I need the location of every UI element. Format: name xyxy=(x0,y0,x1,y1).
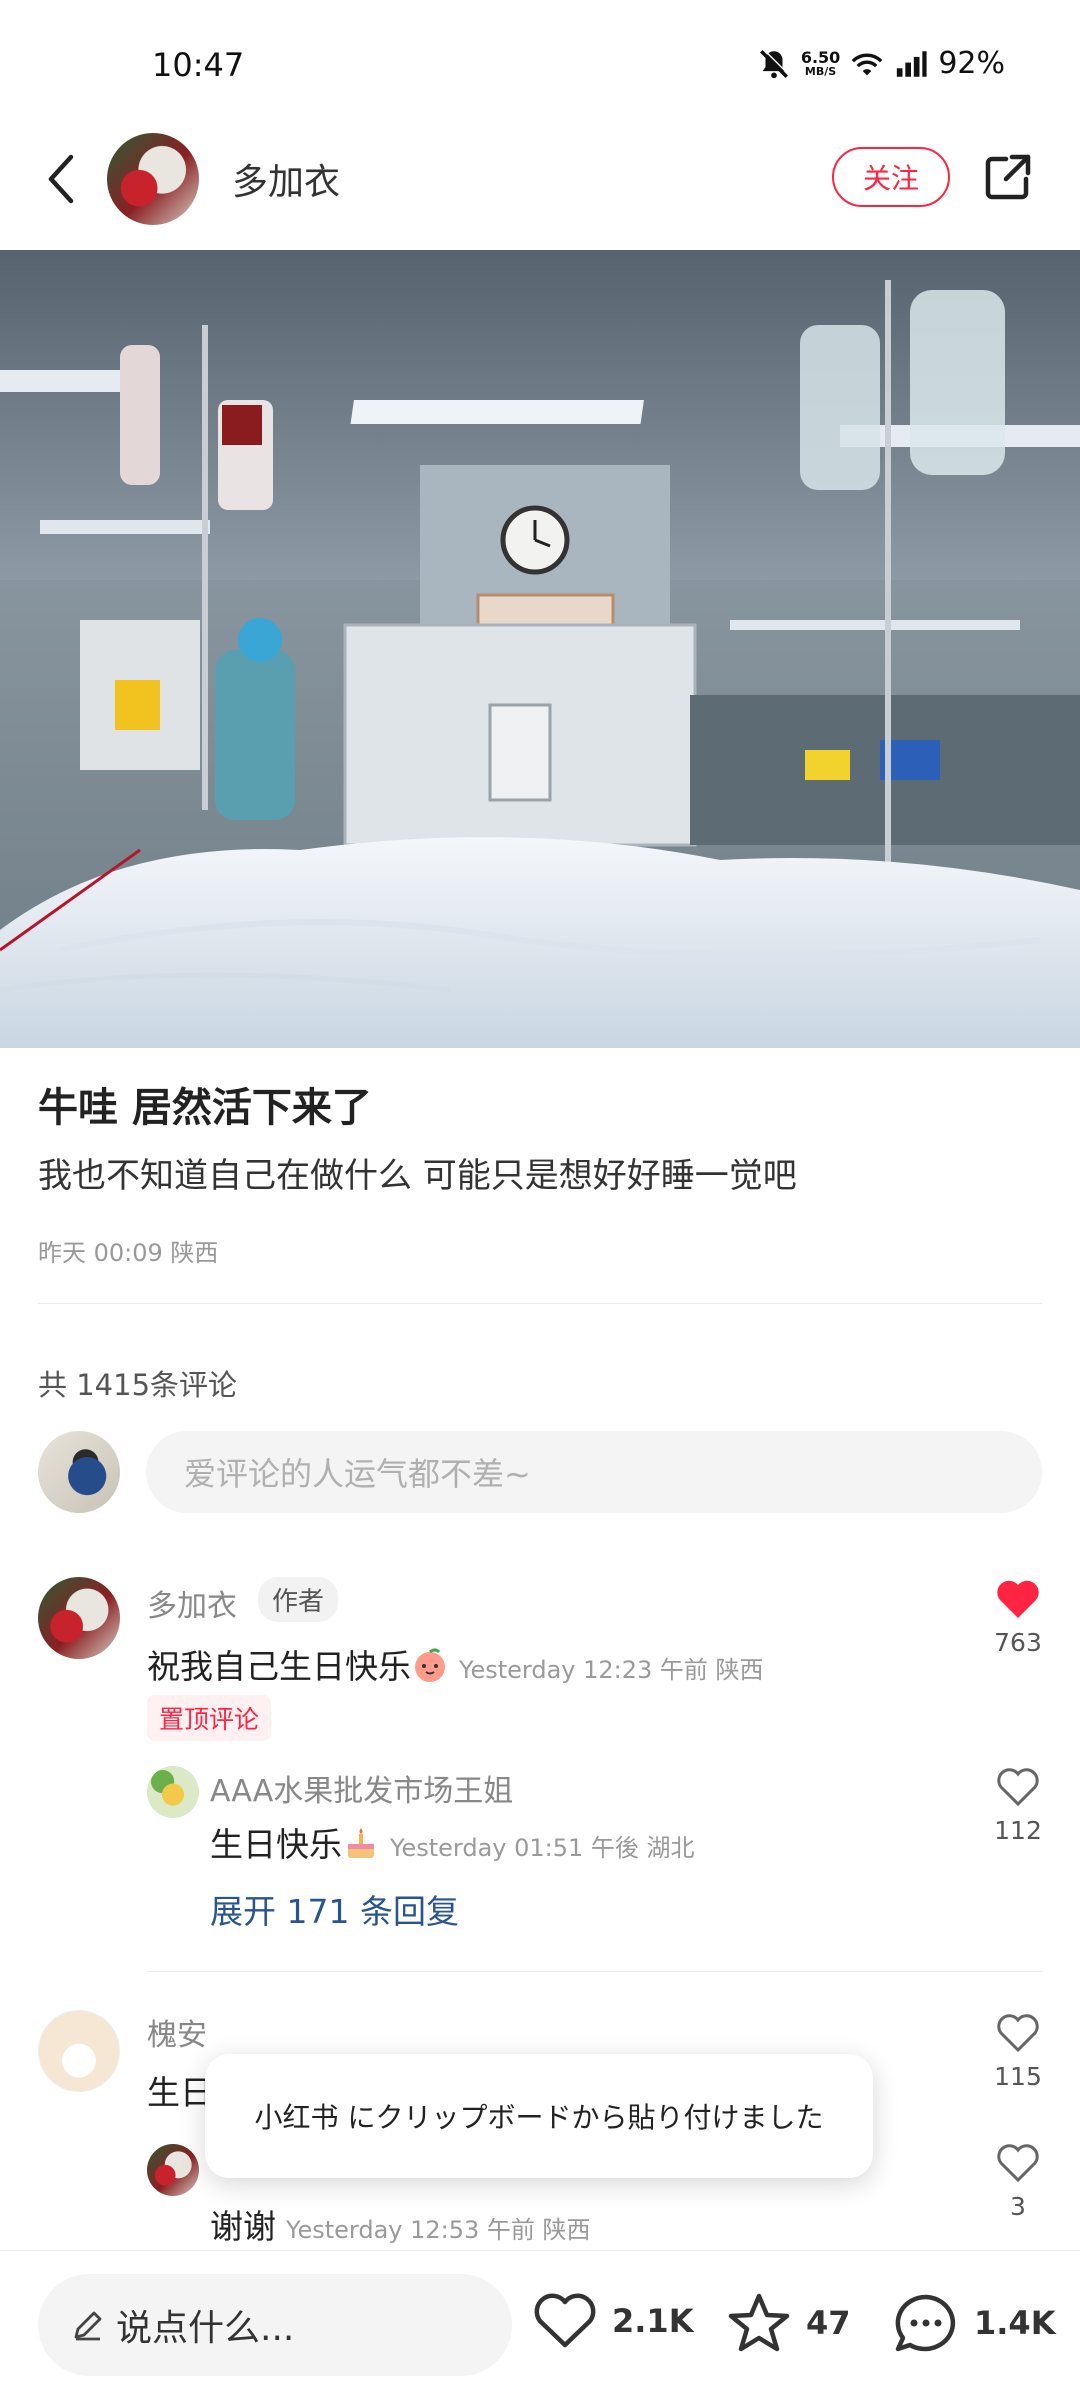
hospital-ward-photo xyxy=(0,250,1080,1048)
signal-icon xyxy=(897,50,927,77)
author-avatar[interactable] xyxy=(107,133,199,225)
comment-input[interactable]: 爱评论的人运气都不差~ xyxy=(146,1431,1042,1513)
status-bar: 10:47 6.50 MB/S 92% xyxy=(0,0,1080,125)
wifi-icon xyxy=(851,53,883,75)
post-body: 我也不知道自己在做什么 可能只是想好好睡一觉吧 xyxy=(38,1156,797,1196)
heart-outline-icon xyxy=(997,1768,1039,1807)
battery-percent: 92% xyxy=(938,46,1005,81)
comment-avatar[interactable] xyxy=(38,1577,120,1659)
post-image[interactable] xyxy=(0,250,1080,1048)
status-time: 10:47 xyxy=(152,46,245,84)
peach-emoji-icon xyxy=(415,1648,445,1682)
reply-text[interactable]: 谢谢 Yesterday 12:53 午前 陕西 xyxy=(210,2200,591,2248)
heart-outline-icon xyxy=(997,2014,1039,2053)
comment-post-button[interactable]: 1.4K xyxy=(892,2291,1055,2355)
reply-avatar[interactable] xyxy=(147,1766,199,1818)
comment-text[interactable]: 生日 xyxy=(147,2066,213,2114)
author-tag: 作者 xyxy=(258,1577,339,1622)
share-button[interactable] xyxy=(978,147,1038,207)
reply-text[interactable]: 生日快乐 Yesterday 01:51 午後 湖北 xyxy=(210,1818,695,1866)
back-arrow-icon xyxy=(48,154,74,204)
net-speed: 6.50 MB/S xyxy=(800,47,841,78)
heart-outline-icon xyxy=(997,2144,1039,2183)
my-avatar xyxy=(38,1431,120,1513)
comment-like-button[interactable]: 763 xyxy=(988,1578,1048,1657)
expand-replies-link[interactable]: 展开 171 条回复 xyxy=(210,1885,459,1933)
pencil-icon xyxy=(74,2311,102,2341)
say-something-input[interactable]: 说点什么... xyxy=(38,2274,512,2376)
author-name[interactable]: 多加衣 xyxy=(232,153,340,205)
like-count: 112 xyxy=(994,1816,1042,1845)
comment-author-name[interactable]: 多加衣 xyxy=(147,1581,237,1625)
like-count: 115 xyxy=(994,2062,1042,2091)
like-post-button[interactable]: 2.1K xyxy=(532,2291,693,2351)
comment-avatar[interactable] xyxy=(38,2010,120,2092)
comment-like-button[interactable]: 115 xyxy=(988,2012,1048,2091)
post-title: 牛哇 居然活下来了 xyxy=(38,1085,372,1131)
bottom-action-bar: 说点什么... 2.1K 47 1.4K xyxy=(0,2250,1080,2400)
comment-text[interactable]: 祝我自己生日快乐 Yesterday 12:23 午前 陕西 xyxy=(147,1640,764,1688)
follow-button[interactable]: 关注 xyxy=(832,147,950,207)
share-icon xyxy=(985,154,1031,200)
back-button[interactable] xyxy=(30,149,90,209)
reply-like-button[interactable]: 3 xyxy=(988,2142,1048,2221)
reply-avatar[interactable] xyxy=(147,2144,199,2196)
star-outline-icon xyxy=(728,2293,790,2352)
divider xyxy=(147,1971,1042,1972)
like-count: 3 xyxy=(1010,2192,1026,2221)
collect-post-button[interactable]: 47 xyxy=(726,2291,851,2355)
post-collect-count: 47 xyxy=(806,2304,851,2342)
post-meta: 昨天 00:09 陕西 xyxy=(38,1239,219,1267)
heart-filled-icon xyxy=(997,1580,1039,1618)
comment-count: 共 1415条评论 xyxy=(38,1368,238,1402)
bell-off-icon xyxy=(759,48,790,78)
heart-outline-icon xyxy=(534,2293,596,2348)
like-count: 763 xyxy=(994,1628,1042,1657)
comment-bubble-icon xyxy=(895,2294,956,2352)
comment-author-name[interactable]: 槐安 xyxy=(147,2010,207,2054)
reply-like-button[interactable]: 112 xyxy=(988,1766,1048,1845)
pinned-comment-tag: 置顶评论 xyxy=(147,1695,272,1741)
post-header: 多加衣 关注 xyxy=(0,125,1080,250)
reply-author-name[interactable]: AAA水果批发市场王姐 xyxy=(210,1766,513,1810)
cake-emoji-icon xyxy=(348,1828,374,1858)
post-like-count: 2.1K xyxy=(612,2302,694,2340)
divider xyxy=(38,1303,1042,1304)
status-icons: 6.50 MB/S 92% xyxy=(757,46,1005,81)
clipboard-toast: 小红书 にクリップボードから貼り付けました xyxy=(205,2054,873,2178)
post-comment-count: 1.4K xyxy=(974,2304,1056,2342)
